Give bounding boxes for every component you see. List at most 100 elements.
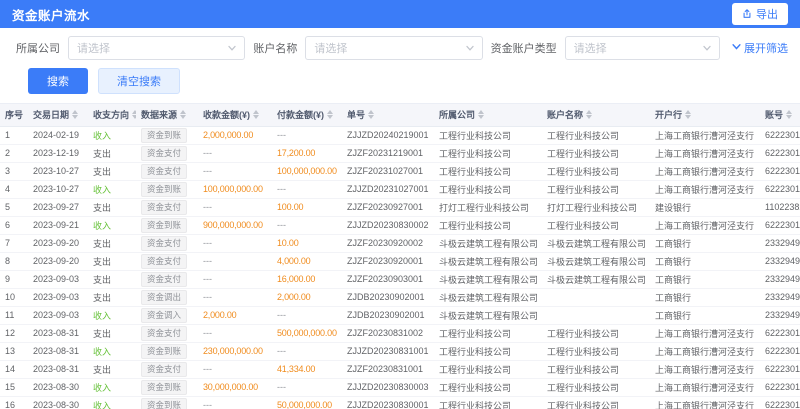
cell-trade-date: 2023-08-31 [28, 342, 88, 360]
cell-company: 工程行业科技公司 [434, 378, 542, 396]
sort-icon[interactable] [368, 110, 374, 119]
cell-data-source: 资金到账 [136, 216, 198, 234]
cell-trade-date: 2023-10-27 [28, 180, 88, 198]
cell-account-no: 23329499 [760, 252, 800, 270]
data-source-badge: 资金到账 [141, 182, 187, 197]
table-row: 92023-09-03支出资金支付---16,000.00ZJZF2023090… [0, 270, 800, 288]
column-header-account-no[interactable]: 账号 [760, 104, 800, 126]
column-header-company[interactable]: 所属公司 [434, 104, 542, 126]
table-row: 152023-08-30收入资金到账30,000,000.00---ZJJZD2… [0, 378, 800, 396]
cell-receipt-amount: 230,000,000.00 [198, 342, 272, 360]
sort-icon[interactable] [586, 110, 592, 119]
cell-bank: 上海工商银行漕河泾支行 [650, 378, 760, 396]
cell-direction: 支出 [88, 324, 136, 342]
cell-data-source: 资金到账 [136, 342, 198, 360]
cell-trade-date: 2023-08-30 [28, 378, 88, 396]
cell-direction: 收入 [88, 342, 136, 360]
cell-payment-amount: --- [272, 126, 342, 144]
data-source-badge: 资金支付 [141, 236, 187, 251]
cell-bank: 工商银行 [650, 270, 760, 288]
cell-account-name: 工程行业科技公司 [542, 360, 650, 378]
column-header-index: 序号 [0, 104, 28, 126]
column-label: 收支方向 [93, 108, 129, 121]
cell-data-source: 资金支付 [136, 162, 198, 180]
filter-field-account-type: 资金账户类型 请选择 [491, 36, 720, 60]
column-header-account-name[interactable]: 账户名称 [542, 104, 650, 126]
cell-index: 1 [0, 126, 28, 144]
export-button[interactable]: 导出 [732, 3, 788, 25]
account-type-select[interactable]: 请选择 [565, 36, 720, 60]
cell-direction: 支出 [88, 252, 136, 270]
table-row: 102023-09-03支出资金调出---2,000.00ZJDB2023090… [0, 288, 800, 306]
cell-order-no: ZJJZD20230830003 [342, 378, 434, 396]
column-header-receipt-amount[interactable]: 收款金额(¥) [198, 104, 272, 126]
cell-account-name: 工程行业科技公司 [542, 144, 650, 162]
cell-trade-date: 2024-02-19 [28, 126, 88, 144]
cell-bank: 工商银行 [650, 288, 760, 306]
column-header-bank[interactable]: 开户行 [650, 104, 760, 126]
chevron-down-icon [732, 42, 741, 54]
expand-filters-link[interactable]: 展开筛选 [732, 40, 788, 56]
cell-direction: 收入 [88, 396, 136, 409]
sort-icon[interactable] [72, 110, 78, 119]
column-label: 数据来源 [141, 108, 177, 121]
cell-receipt-amount: --- [198, 288, 272, 306]
table-row: 122023-08-31支出资金支付---500,000,000.00ZJZF2… [0, 324, 800, 342]
search-button[interactable]: 搜索 [28, 68, 88, 94]
account-name-filter-label: 账户名称 [253, 40, 297, 56]
cell-receipt-amount: 100,000,000.00 [198, 180, 272, 198]
account-name-select[interactable]: 请选择 [305, 36, 482, 60]
column-header-order-no[interactable]: 单号 [342, 104, 434, 126]
cell-payment-amount: --- [272, 342, 342, 360]
table-row: 72023-09-20支出资金支付---10.00ZJZF20230920002… [0, 234, 800, 252]
cell-index: 13 [0, 342, 28, 360]
sort-icon[interactable] [786, 110, 792, 119]
cell-bank: 上海工商银行漕河泾支行 [650, 396, 760, 409]
data-source-badge: 资金调入 [141, 308, 187, 323]
clear-search-button[interactable]: 清空搜索 [98, 68, 180, 94]
cell-trade-date: 2023-12-19 [28, 144, 88, 162]
cell-data-source: 资金到账 [136, 396, 198, 409]
cell-account-name: 斗极云建筑工程有限公司 [542, 252, 650, 270]
cell-payment-amount: 2,000.00 [272, 288, 342, 306]
cell-receipt-amount: 30,000,000.00 [198, 378, 272, 396]
table-row: 22023-12-19支出资金支付---17,200.00ZJZF2023121… [0, 144, 800, 162]
cell-data-source: 资金支付 [136, 360, 198, 378]
cell-account-no: 62223011 [760, 378, 800, 396]
sort-icon[interactable] [685, 110, 691, 119]
company-filter-label: 所属公司 [16, 40, 60, 56]
sort-icon[interactable] [132, 110, 136, 119]
column-label: 账户名称 [547, 108, 583, 121]
cell-company: 工程行业科技公司 [434, 342, 542, 360]
sort-icon[interactable] [253, 110, 259, 119]
table-header: 序号交易日期收支方向数据来源 收款金额(¥) 付款金额(¥)单号所属公司账户名称 开户… [0, 104, 800, 126]
column-header-payment-amount[interactable]: 付款金额(¥) [272, 104, 342, 126]
filter-bar: 所属公司 请选择 账户名称 请选择 资金账户类型 请选择 [0, 28, 800, 65]
cell-trade-date: 2023-10-27 [28, 162, 88, 180]
company-select[interactable]: 请选择 [68, 36, 245, 60]
cell-payment-amount: 4,000.00 [272, 252, 342, 270]
cell-order-no: ZJDB20230902001 [342, 288, 434, 306]
cell-receipt-amount: --- [198, 252, 272, 270]
column-label: 收款金额(¥) [203, 108, 250, 121]
page-title: 资金账户流水 [12, 5, 90, 24]
data-source-badge: 资金支付 [141, 326, 187, 341]
cell-company: 工程行业科技公司 [434, 216, 542, 234]
cell-trade-date: 2023-09-03 [28, 270, 88, 288]
cell-account-name: 工程行业科技公司 [542, 180, 650, 198]
sort-icon[interactable] [327, 110, 333, 119]
cell-account-name: 工程行业科技公司 [542, 216, 650, 234]
cell-index: 2 [0, 144, 28, 162]
sort-icon[interactable] [180, 110, 186, 119]
cell-company: 打灯工程行业科技公司 [434, 198, 542, 216]
column-header-direction[interactable]: 收支方向 [88, 104, 136, 126]
cell-index: 10 [0, 288, 28, 306]
column-label: 开户行 [655, 108, 682, 121]
cell-company: 斗极云建筑工程有限公司 [434, 234, 542, 252]
column-header-data-source[interactable]: 数据来源 [136, 104, 198, 126]
sort-icon[interactable] [478, 110, 484, 119]
cell-account-no: 62223011 [760, 144, 800, 162]
cell-company: 工程行业科技公司 [434, 162, 542, 180]
column-header-trade-date[interactable]: 交易日期 [28, 104, 88, 126]
cell-index: 16 [0, 396, 28, 409]
